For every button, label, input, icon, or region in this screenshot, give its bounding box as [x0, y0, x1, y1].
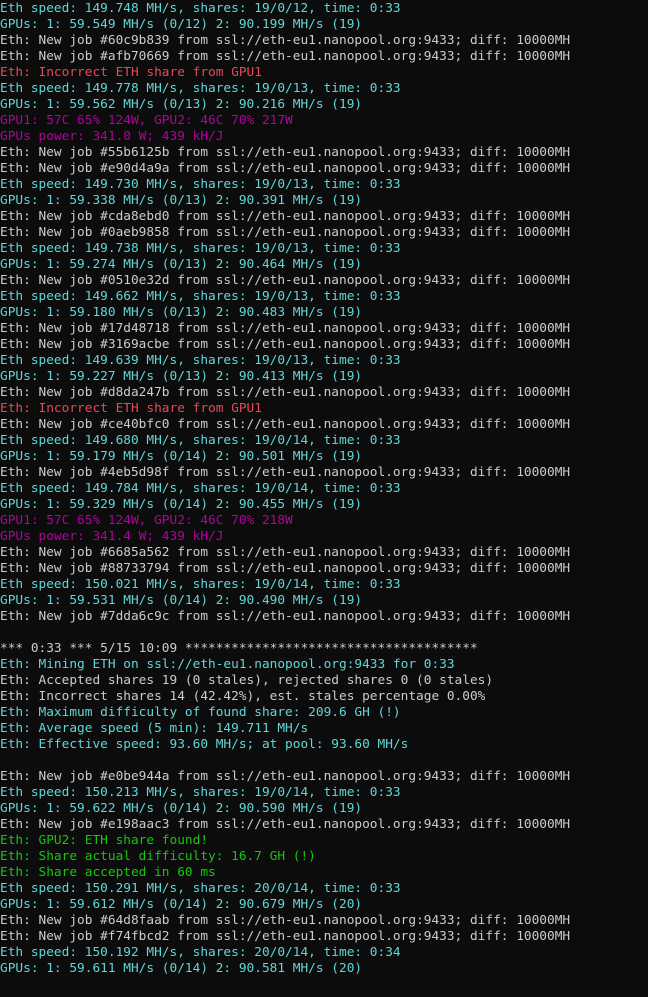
- log-line: Eth speed: 149.730 MH/s, shares: 19/0/13…: [0, 177, 401, 192]
- log-line: Eth: Mining ETH on ssl://eth-eu1.nanopoo…: [0, 657, 455, 672]
- log-line: Eth: New job #ce40bfc0 from ssl://eth-eu…: [0, 417, 571, 432]
- log-line: Eth: New job #e0be944a from ssl://eth-eu…: [0, 769, 571, 784]
- log-line: GPUs: 1: 59.227 MH/s (0/13) 2: 90.413 MH…: [0, 369, 363, 384]
- log-line: GPUs: 1: 59.612 MH/s (0/14) 2: 90.679 MH…: [0, 897, 363, 912]
- log-line: GPUs: 1: 59.611 MH/s (0/14) 2: 90.581 MH…: [0, 961, 363, 976]
- log-line: Eth: New job #cda8ebd0 from ssl://eth-eu…: [0, 209, 571, 224]
- log-line: Eth: New job #e198aac3 from ssl://eth-eu…: [0, 817, 571, 832]
- log-line: GPUs: 1: 59.179 MH/s (0/14) 2: 90.501 MH…: [0, 449, 363, 464]
- log-line: Eth: New job #0510e32d from ssl://eth-eu…: [0, 273, 571, 288]
- log-line: Eth speed: 150.021 MH/s, shares: 19/0/14…: [0, 577, 401, 592]
- log-line: Eth: Share accepted in 60 ms: [0, 865, 216, 880]
- log-line: GPUs: 1: 59.274 MH/s (0/13) 2: 90.464 MH…: [0, 257, 363, 272]
- log-line: Eth: New job #88733794 from ssl://eth-eu…: [0, 561, 571, 576]
- log-line: GPUs: 1: 59.531 MH/s (0/14) 2: 90.490 MH…: [0, 593, 363, 608]
- terminal-output[interactable]: Eth speed: 149.748 MH/s, shares: 19/0/12…: [0, 0, 648, 997]
- log-line: Eth speed: 149.680 MH/s, shares: 19/0/14…: [0, 433, 401, 448]
- log-line: Eth: Incorrect ETH share from GPU1: [0, 401, 262, 416]
- log-line: Eth: New job #64d8faab from ssl://eth-eu…: [0, 913, 571, 928]
- log-line: Eth: Incorrect shares 14 (42.42%), est. …: [0, 689, 486, 704]
- log-line: Eth: New job #0aeb9858 from ssl://eth-eu…: [0, 225, 571, 240]
- log-line: GPUs power: 341.0 W; 439 kH/J: [0, 129, 224, 144]
- log-line: Eth: New job #d8da247b from ssl://eth-eu…: [0, 385, 571, 400]
- log-line: Eth speed: 149.738 MH/s, shares: 19/0/13…: [0, 241, 401, 256]
- log-line: Eth: New job #f74fbcd2 from ssl://eth-eu…: [0, 929, 571, 944]
- log-line: GPU1: 57C 65% 124W, GPU2: 46C 70% 218W: [0, 513, 293, 528]
- log-line: Eth speed: 149.778 MH/s, shares: 19/0/13…: [0, 81, 401, 96]
- log-line: Eth: New job #3169acbe from ssl://eth-eu…: [0, 337, 571, 352]
- log-line: *** 0:33 *** 5/15 10:09 ****************…: [0, 641, 478, 656]
- log-line: Eth: New job #60c9b839 from ssl://eth-eu…: [0, 33, 571, 48]
- log-line: GPUs: 1: 59.549 MH/s (0/12) 2: 90.199 MH…: [0, 17, 363, 32]
- log-line: Eth speed: 150.213 MH/s, shares: 19/0/14…: [0, 785, 401, 800]
- log-line: Eth speed: 149.662 MH/s, shares: 19/0/13…: [0, 289, 401, 304]
- log-line: Eth: New job #afb70669 from ssl://eth-eu…: [0, 49, 571, 64]
- log-line: Eth speed: 149.639 MH/s, shares: 19/0/13…: [0, 353, 401, 368]
- log-line: Eth: Average speed (5 min): 149.711 MH/s: [0, 721, 309, 736]
- log-line: Eth: Share actual difficulty: 16.7 GH (!…: [0, 849, 316, 864]
- log-line: Eth: Maximum difficulty of found share: …: [0, 705, 401, 720]
- log-line: Eth speed: 149.748 MH/s, shares: 19/0/12…: [0, 1, 401, 16]
- log-line: Eth: Effective speed: 93.60 MH/s; at poo…: [0, 737, 409, 752]
- log-line: Eth: GPU2: ETH share found!: [0, 833, 209, 848]
- log-line: Eth speed: 150.192 MH/s, shares: 20/0/14…: [0, 945, 401, 960]
- log-line: Eth speed: 150.291 MH/s, shares: 20/0/14…: [0, 881, 401, 896]
- log-line: GPUs: 1: 59.562 MH/s (0/13) 2: 90.216 MH…: [0, 97, 363, 112]
- log-line: Eth: New job #6685a562 from ssl://eth-eu…: [0, 545, 571, 560]
- log-line: Eth: New job #55b6125b from ssl://eth-eu…: [0, 145, 571, 160]
- log-line: Eth: Incorrect ETH share from GPU1: [0, 65, 262, 80]
- log-line: Eth: New job #17d48718 from ssl://eth-eu…: [0, 321, 571, 336]
- log-line: Eth: New job #e90d4a9a from ssl://eth-eu…: [0, 161, 571, 176]
- log-line: Eth: New job #7dda6c9c from ssl://eth-eu…: [0, 609, 571, 624]
- log-line: Eth speed: 149.784 MH/s, shares: 19/0/14…: [0, 481, 401, 496]
- log-line: GPUs: 1: 59.180 MH/s (0/13) 2: 90.483 MH…: [0, 305, 363, 320]
- log-line: Eth: Accepted shares 19 (0 stales), reje…: [0, 673, 494, 688]
- log-line: Eth: New job #4eb5d98f from ssl://eth-eu…: [0, 465, 571, 480]
- log-line: GPU1: 57C 65% 124W, GPU2: 46C 70% 217W: [0, 113, 293, 128]
- log-line: GPUs: 1: 59.329 MH/s (0/14) 2: 90.455 MH…: [0, 497, 363, 512]
- log-line: GPUs: 1: 59.338 MH/s (0/13) 2: 90.391 MH…: [0, 193, 363, 208]
- log-line: GPUs: 1: 59.622 MH/s (0/14) 2: 90.590 MH…: [0, 801, 363, 816]
- log-line: GPUs power: 341.4 W; 439 kH/J: [0, 529, 224, 544]
